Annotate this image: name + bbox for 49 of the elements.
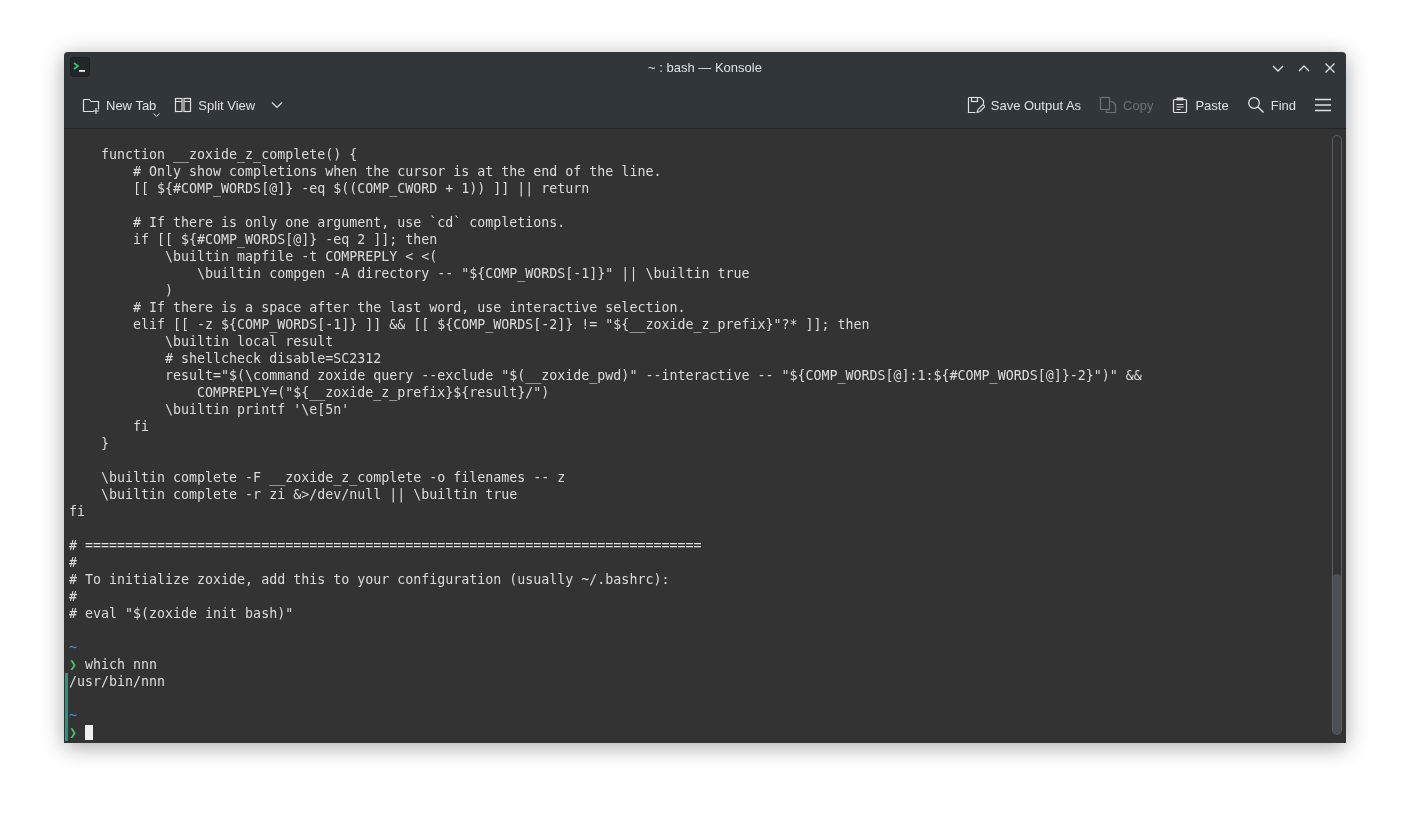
output-line: result="$(\command zoxide query --exclude "$(__zoxide_pwd)" --interactive -- "${COMP_WORDS[@]:1:${#COMP_WORDS[@]}-2}")" && bbox=[164, 368, 1142, 383]
output-line: } bbox=[100, 436, 110, 451]
prompt-symbol: ❯ bbox=[69, 657, 77, 672]
split-view-icon bbox=[174, 96, 193, 114]
output-line: \builtin complete -F __zoxide_z_complete -o filenames -- z bbox=[100, 470, 566, 485]
output-line: # If there is a space after the last word, use interactive selection. bbox=[132, 300, 686, 315]
find-button[interactable]: Find bbox=[1240, 92, 1302, 118]
paste-button[interactable]: Paste bbox=[1165, 92, 1235, 118]
output-line: # Only show completions when the cursor is at the end of the line. bbox=[132, 164, 662, 179]
menu-icon bbox=[1314, 97, 1332, 113]
prompt-symbol: ❯ bbox=[69, 725, 77, 740]
terminal-icon bbox=[70, 57, 90, 77]
window-title: ~ : bash — Konsole bbox=[648, 59, 762, 75]
output-line: \builtin printf '\e[5n' bbox=[164, 402, 350, 417]
output-line: function __zoxide_z_complete() { bbox=[100, 147, 358, 162]
output-line: # bbox=[69, 555, 77, 570]
new-tab-button[interactable]: New Tab bbox=[76, 92, 163, 118]
close-icon bbox=[1323, 61, 1337, 75]
copy-icon bbox=[1099, 96, 1118, 114]
prompt-path: ~ bbox=[69, 708, 77, 723]
new-tab-icon bbox=[82, 96, 100, 114]
output-line: ) bbox=[164, 283, 174, 298]
caret-icon bbox=[271, 101, 284, 109]
scrollbar-thumb[interactable] bbox=[1333, 574, 1341, 734]
output-line: if [[ ${#COMP_WORDS[@]} -eq 2 ]]; then bbox=[132, 232, 438, 247]
output-line: [[ ${#COMP_WORDS[@]} -eq $((COMP_CWORD + 1)) ]] || return bbox=[132, 181, 590, 196]
output-line: \builtin mapfile -t COMPREPLY < <( bbox=[164, 249, 438, 264]
output-line: \builtin compgen -A directory -- "${COMP_WORDS[-1]}" || \builtin true bbox=[196, 266, 750, 281]
search-icon bbox=[1246, 96, 1265, 114]
output-line: fi bbox=[132, 419, 150, 434]
output-line: # To initialize zoxide, add this to your configuration (usually ~/.bashrc): bbox=[69, 572, 670, 587]
split-view-button[interactable]: Split View bbox=[168, 92, 262, 118]
caret-icon bbox=[153, 113, 161, 118]
output-line: # bbox=[69, 589, 77, 604]
prompt-path: ~ bbox=[69, 640, 77, 655]
output-line: COMPREPLY=("${__zoxide_z_prefix}${result}/") bbox=[196, 385, 550, 400]
floppy-disk-icon bbox=[966, 96, 985, 114]
output-line: # eval "$(zoxide init bash)" bbox=[69, 606, 294, 621]
output-line: # If there is only one argument, use `cd` completions. bbox=[132, 215, 566, 230]
output-line: fi bbox=[69, 504, 85, 519]
save-output-button[interactable]: Save Output As bbox=[960, 92, 1088, 118]
output-line: \builtin local result bbox=[164, 334, 334, 349]
command-text: which nnn bbox=[85, 657, 158, 672]
output-line: elif [[ -z ${COMP_WORDS[-1]} ]] && [[ ${COMP_WORDS[-2]} != "${__zoxide_z_prefix}"?* ]]; then bbox=[132, 317, 870, 332]
output-line: /usr/bin/nnn bbox=[69, 674, 166, 689]
output-line: # ============================================================================= bbox=[69, 538, 702, 553]
clipboard-icon bbox=[1171, 96, 1190, 114]
output-line: \builtin complete -r zi &>/dev/null || \builtin true bbox=[100, 487, 518, 502]
output-line: # shellcheck disable=SC2312 bbox=[164, 351, 382, 366]
